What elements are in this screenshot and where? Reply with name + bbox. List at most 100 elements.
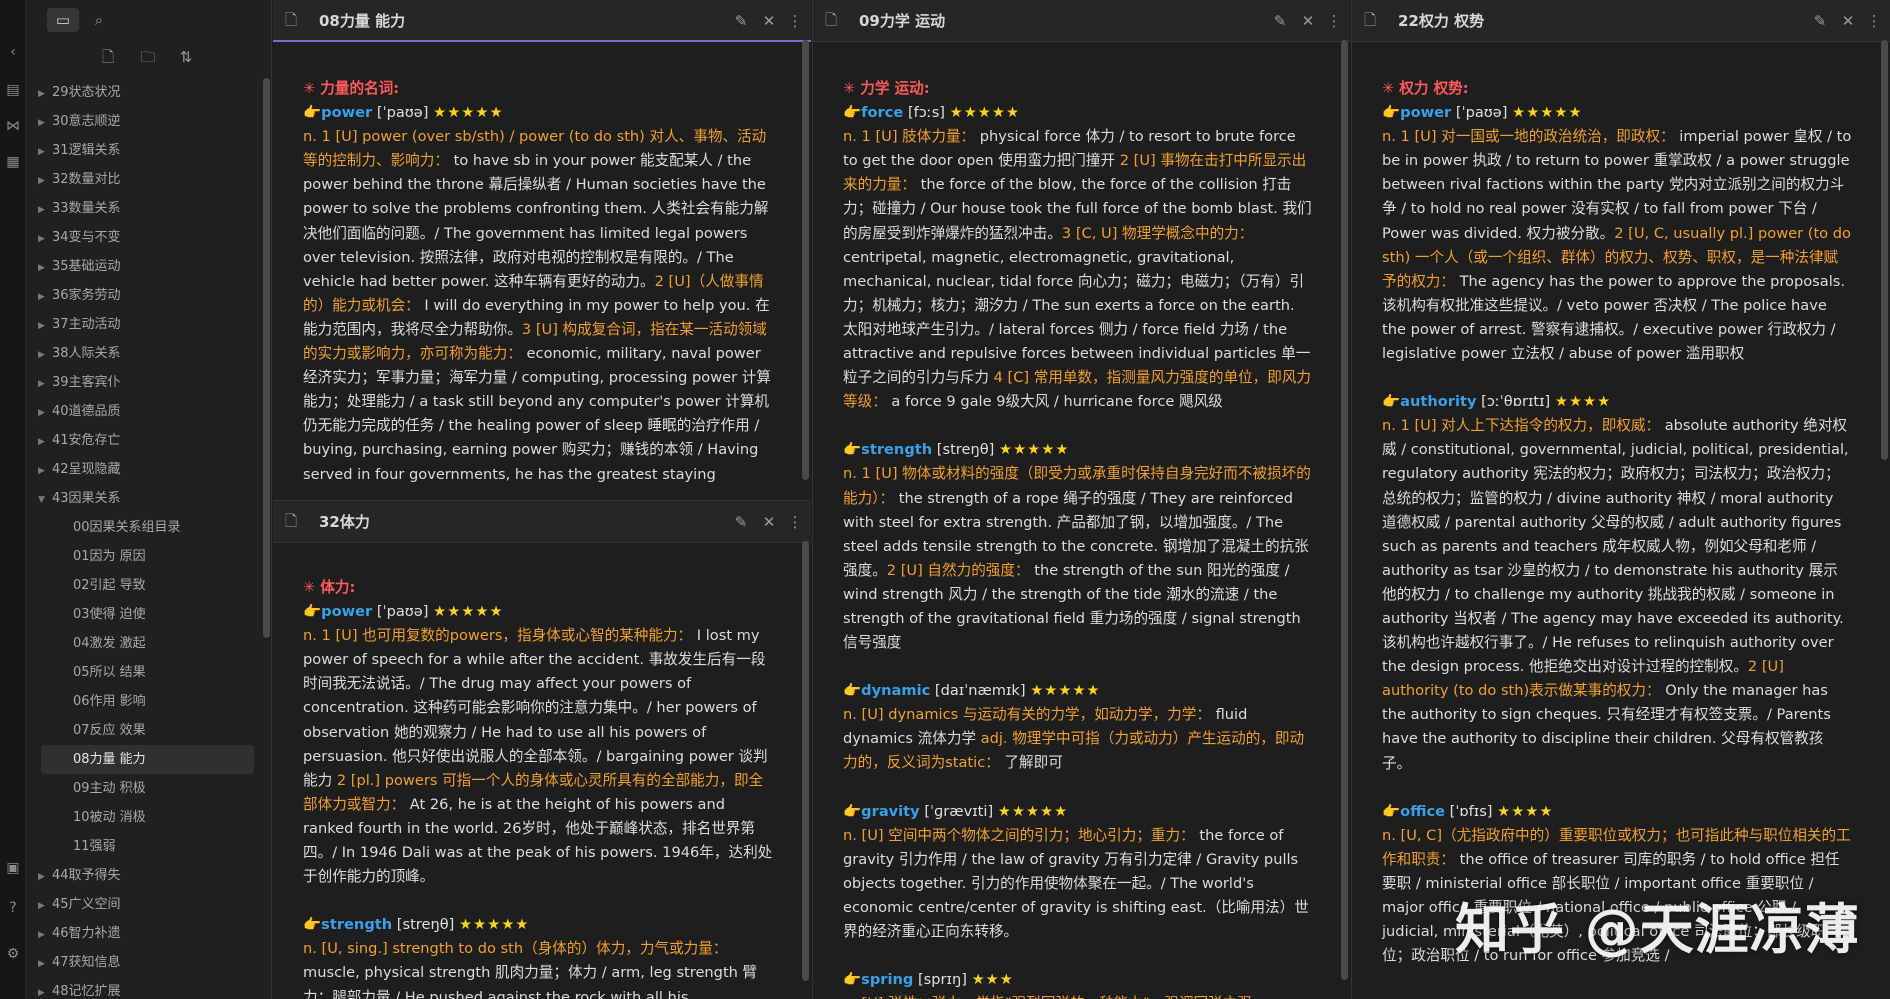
tree-file-item[interactable]: 08力量 能力 (41, 745, 254, 774)
new-folder-icon[interactable]: 🗀 (137, 46, 159, 68)
explorer-scrollbar[interactable] (263, 78, 270, 638)
definition-label: n. [U] 弹性；弹力，常指"强烈回弹的一种能力"，强调回弹之强 (843, 995, 1252, 999)
tree-item-label: 29状态状况 (52, 85, 121, 100)
phonetic: [ˈpaʊə] (1455, 104, 1508, 122)
tree-folder-item[interactable]: ▶ 36家务劳动 (27, 281, 260, 310)
rating-stars: ★★★★★ (1512, 104, 1583, 122)
more-options-icon[interactable]: ⋮ (785, 10, 805, 32)
tree-file-item[interactable]: 06作用 影响 (27, 687, 260, 716)
edit-icon[interactable]: ✎ (731, 511, 751, 533)
entry-headword-line: 👉power [ˈpaʊə] ★★★★★ (303, 600, 773, 624)
edit-icon[interactable]: ✎ (1270, 10, 1290, 32)
tree-folder-item[interactable]: ▶ 40道德品质 (27, 397, 260, 426)
collapse-sidebar-icon[interactable]: ‹ (3, 42, 23, 62)
tree-folder-item[interactable]: ▼ 43因果关系 (27, 484, 260, 513)
folder-icon[interactable]: ▭ (47, 8, 79, 32)
more-options-icon[interactable]: ⋮ (1324, 10, 1344, 32)
tree-folder-item[interactable]: ▶ 47获知信息 (27, 948, 260, 977)
more-options-icon[interactable]: ⋮ (785, 511, 805, 533)
tree-file-item[interactable]: 04激发 激起 (27, 629, 260, 658)
more-options-icon[interactable]: ⋮ (1864, 10, 1884, 32)
tree-folder-item[interactable]: ▶ 46智力补遗 (27, 919, 260, 948)
example-text: centripetal, magnetic, electromagnetic, … (843, 248, 1311, 387)
tree-file-item[interactable]: 03使得 迫使 (27, 600, 260, 629)
pane-scrollbar[interactable] (1341, 40, 1348, 980)
close-icon[interactable]: ✕ (759, 10, 779, 32)
pointing-hand-icon: 👉 (303, 104, 322, 122)
word-entry: 👉power [ˈpaʊə] ★★★★★ n. 1 [U] power (over… (303, 101, 773, 487)
pane-scrollbar[interactable] (802, 541, 809, 981)
blocks-icon[interactable]: ▦ (3, 152, 23, 172)
chevron-right-icon: ▶ (38, 292, 45, 302)
tree-file-item[interactable]: 07反应 效果 (27, 716, 260, 745)
close-icon[interactable]: ✕ (759, 511, 779, 533)
tree-folder-item[interactable]: ▶ 30意志顺逆 (27, 107, 260, 136)
rating-stars: ★★★★★ (997, 802, 1069, 820)
explorer-actions: 🗋 🗀 ⇅ (27, 38, 271, 78)
chevron-right-icon: ▶ (38, 263, 45, 273)
tree-folder-item[interactable]: ▶ 39主客宾仆 (27, 368, 260, 397)
file-icon[interactable]: ▤ (3, 80, 23, 100)
tree-file-item[interactable]: 09主动 积极 (27, 774, 260, 803)
tree-item-label: 04激发 激起 (73, 636, 146, 651)
settings-icon[interactable]: ⚙ (3, 944, 23, 964)
headword: authority (1400, 393, 1477, 411)
pane-08: 🗋 08力量 能力 ✎ ✕ ⋮ ✳ 力量的名词: 👉power [ˈpaʊə] ★… (273, 0, 811, 500)
sort-icon[interactable]: ⇅ (175, 46, 197, 68)
section-heading: ✳ 权力 权势: (1382, 80, 1469, 97)
tree-file-item[interactable]: 05所以 结果 (27, 658, 260, 687)
tree-item-label: 05所以 结果 (73, 665, 146, 680)
tree-item-label: 03使得 迫使 (73, 607, 146, 622)
chevron-down-icon: ▼ (38, 495, 45, 505)
definition-text: n. 1 [U] 物体或材料的强度（即受力或承重时保持自身完好而不被损坏的能力）… (843, 462, 1312, 655)
tree-folder-item[interactable]: ▶ 35基础运动 (27, 252, 260, 281)
tree-item-label: 06作用 影响 (73, 694, 146, 709)
definition-label: 3 [C, U] 物理学概念中的力： (1061, 224, 1254, 242)
tree-folder-item[interactable]: ▶ 44取予得失 (27, 861, 260, 890)
definition-text: n. 1 [U] 对一国或一地的政治统治，即政权： imperial power… (1382, 125, 1852, 366)
pane-scrollbar[interactable] (1881, 40, 1888, 460)
chevron-right-icon: ▶ (38, 408, 45, 418)
tree-file-item[interactable]: 11强弱 (27, 832, 260, 861)
close-icon[interactable]: ✕ (1298, 10, 1318, 32)
search-icon[interactable]: ⌕ (83, 8, 115, 32)
tree-folder-item[interactable]: ▶ 45广义空间 (27, 890, 260, 919)
tree-folder-item[interactable]: ▶ 41安危存亡 (27, 426, 260, 455)
headword: force (861, 104, 904, 122)
tree-folder-item[interactable]: ▶ 32数量对比 (27, 165, 260, 194)
edit-icon[interactable]: ✎ (1810, 10, 1830, 32)
headword: office (1400, 802, 1446, 820)
tree-item-label: 30意志顺逆 (52, 114, 121, 129)
headword: dynamic (861, 682, 931, 700)
pane-scrollbar[interactable] (802, 40, 809, 480)
tree-folder-item[interactable]: ▶ 37主动活动 (27, 310, 260, 339)
edit-icon[interactable]: ✎ (731, 10, 751, 32)
phonetic: [ˈpaʊə] (376, 603, 429, 621)
rating-stars: ★★★ (971, 971, 1014, 989)
tree-file-item[interactable]: 00因果关系组目录 (27, 513, 260, 542)
tree-file-item[interactable]: 02引起 导致 (27, 571, 260, 600)
tree-file-item[interactable]: 10被动 消极 (27, 803, 260, 832)
pointing-hand-icon: 👉 (303, 603, 322, 621)
vault-icon[interactable]: ▣ (3, 858, 23, 878)
tree-item-label: 33数量关系 (52, 201, 121, 216)
tree-folder-item[interactable]: ▶ 29状态状况 (27, 78, 260, 107)
tree-item-label: 32数量对比 (52, 172, 121, 187)
tree-folder-item[interactable]: ▶ 34变与不变 (27, 223, 260, 252)
tree-folder-item[interactable]: ▶ 33数量关系 (27, 194, 260, 223)
graph-icon[interactable]: ⋈ (3, 116, 23, 136)
tree-folder-item[interactable]: ▶ 42呈现隐藏 (27, 455, 260, 484)
entry-headword-line: 👉gravity [ˈɡrævɪti] ★★★★★ (843, 800, 1312, 824)
phonetic: [ɔːˈθɒrɪtɪ] (1481, 393, 1551, 411)
tree-file-item[interactable]: 01因为 原因 (27, 542, 260, 571)
help-icon[interactable]: ? (3, 898, 23, 918)
close-icon[interactable]: ✕ (1838, 10, 1858, 32)
entry-headword-line: 👉strength [streŋθ] ★★★★★ (303, 913, 773, 937)
rating-stars: ★★★★★ (1030, 682, 1101, 700)
new-note-icon[interactable]: 🗋 (97, 46, 119, 68)
word-entry: 👉force [fɔːs] ★★★★★ n. 1 [U] 肢体力量： physic… (843, 101, 1312, 414)
tree-folder-item[interactable]: ▶ 38人际关系 (27, 339, 260, 368)
word-entry: 👉spring [sprɪŋ] ★★★ n. [U] 弹性；弹力，常指"强烈回弹的… (843, 968, 1312, 999)
tree-folder-item[interactable]: ▶ 48记忆扩展 (27, 977, 260, 999)
tree-folder-item[interactable]: ▶ 31逻辑关系 (27, 136, 260, 165)
